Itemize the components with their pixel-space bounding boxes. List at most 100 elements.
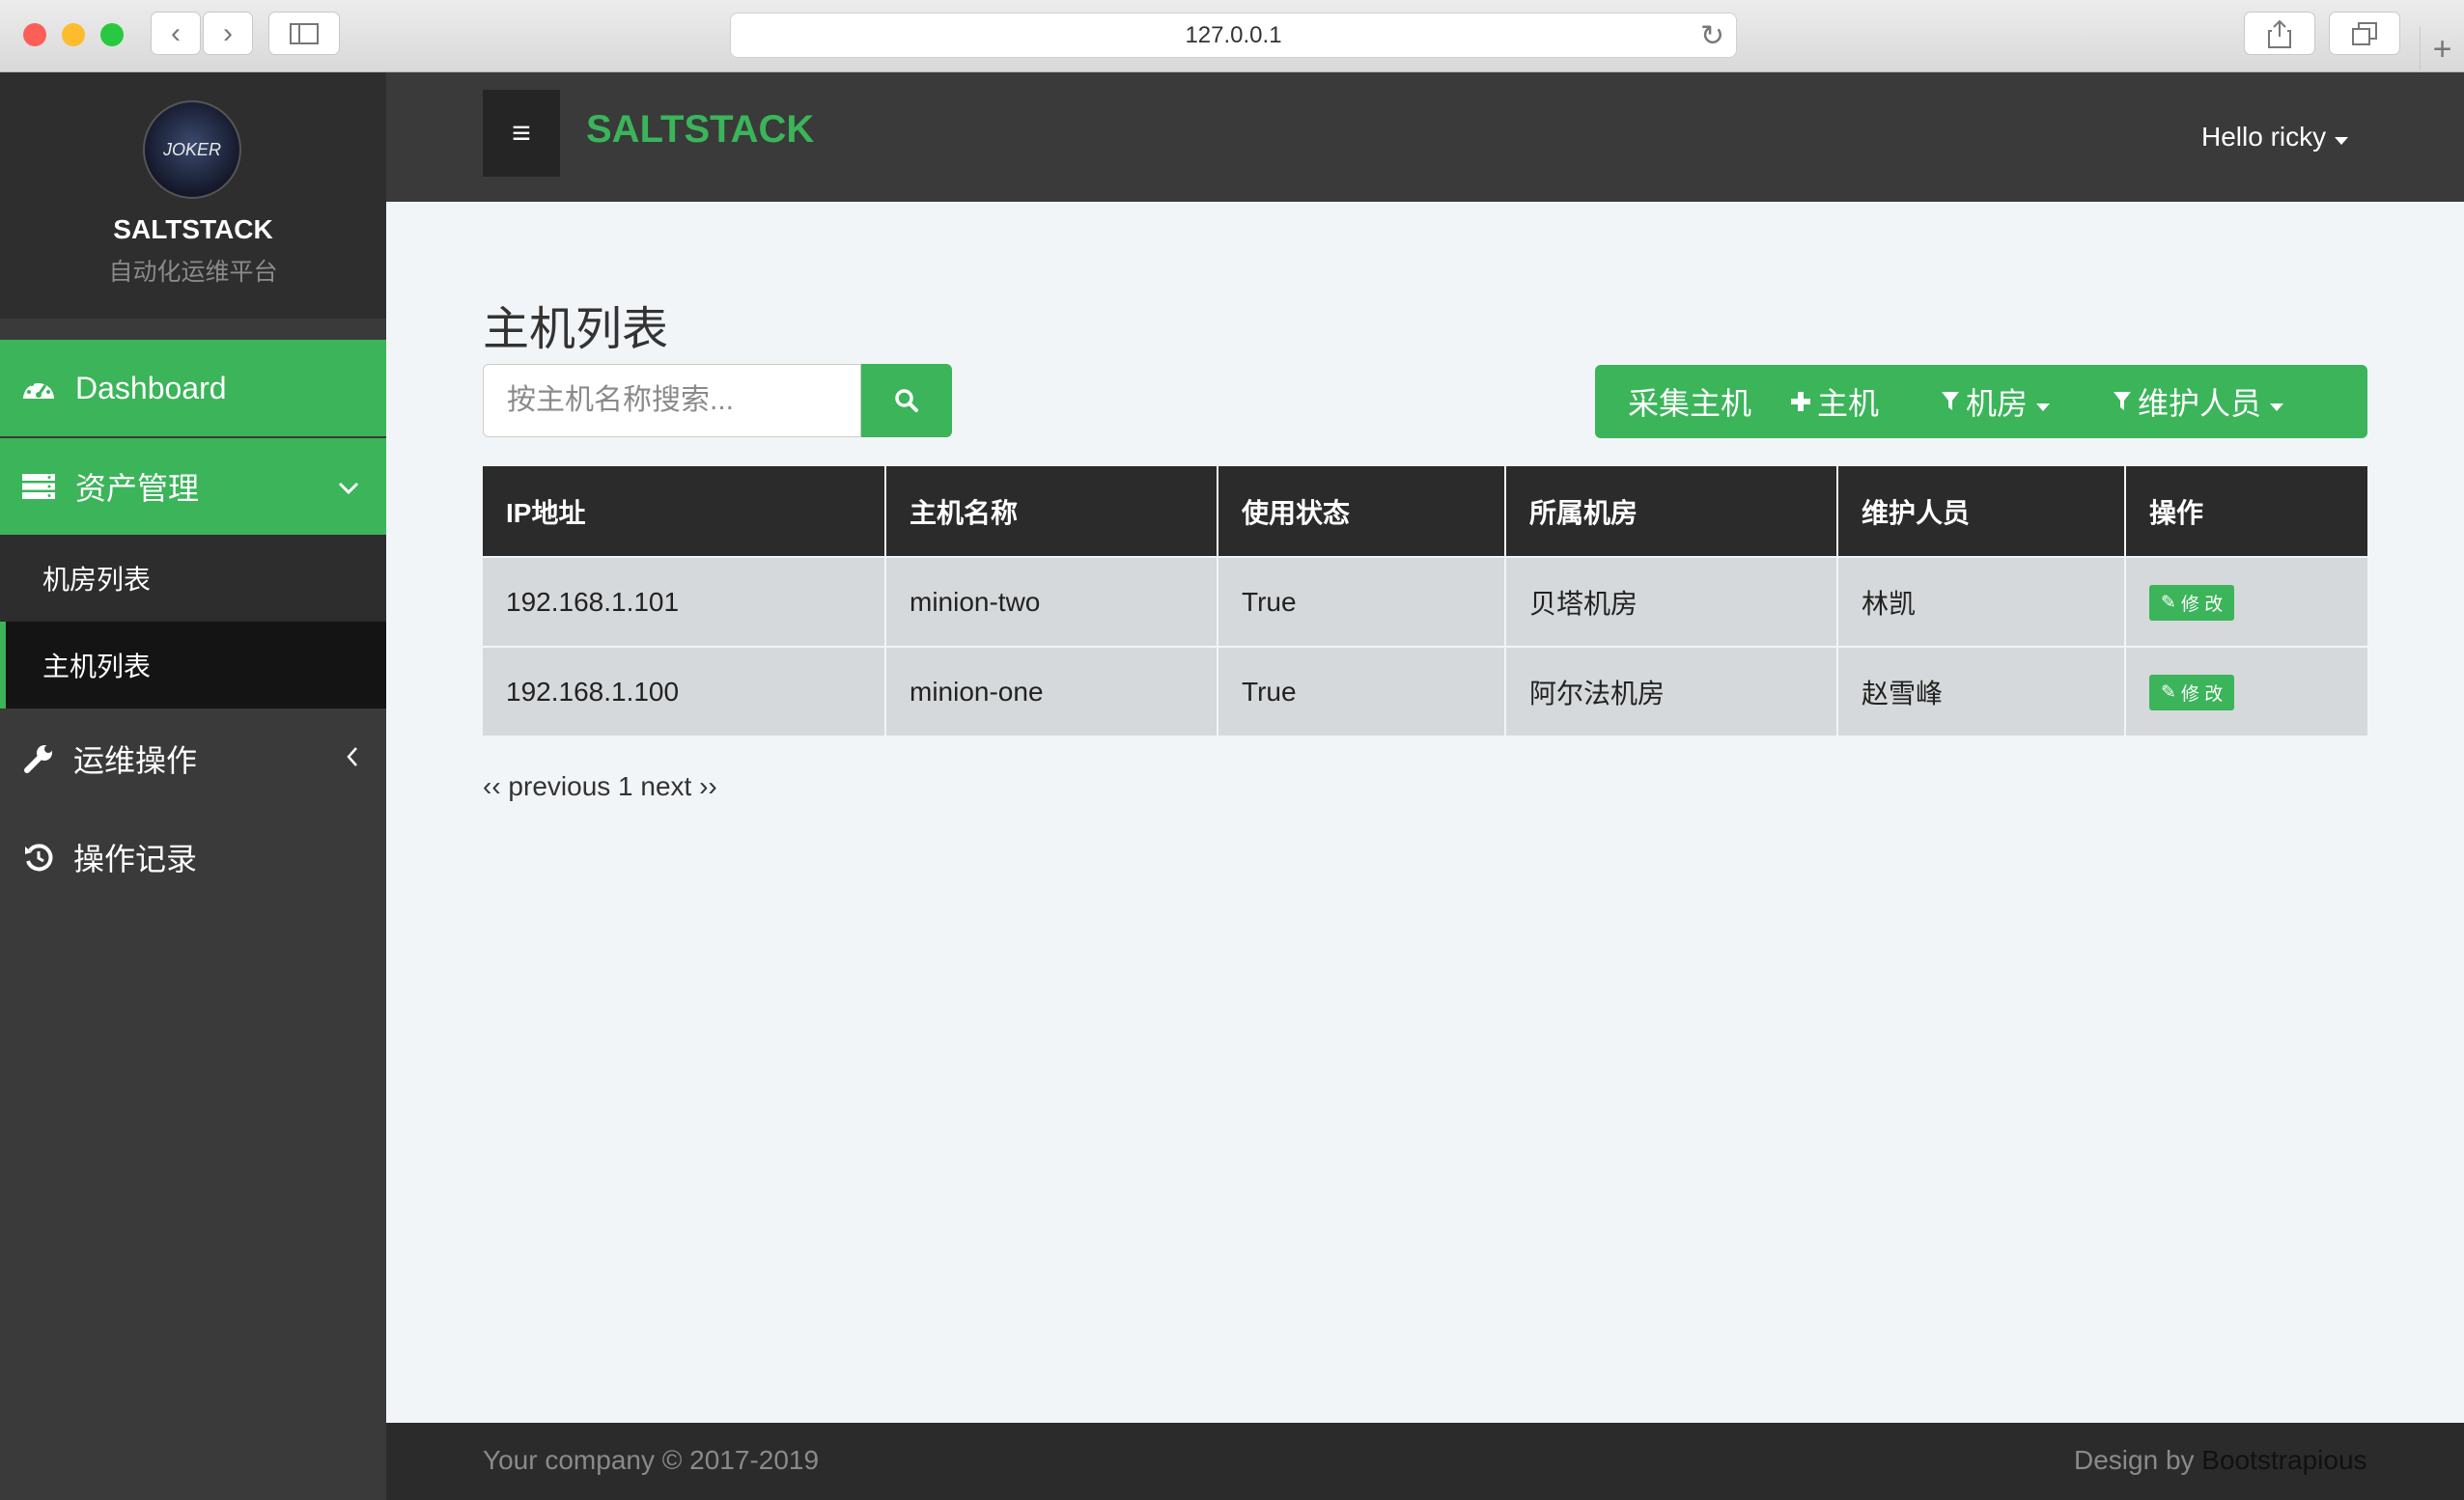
new-tab-button[interactable]: + xyxy=(2420,26,2464,72)
brand-subtitle: 自动化运维平台 xyxy=(108,259,278,286)
brand-title: SALTSTACK xyxy=(113,214,273,244)
cell-ip: 192.168.1.101 xyxy=(483,556,886,647)
footer-copyright: Your company © 2017-2019 xyxy=(483,1445,820,1475)
search-input[interactable] xyxy=(484,365,860,436)
close-window-button[interactable] xyxy=(23,23,46,46)
edit-button[interactable]: ✎ 修 改 xyxy=(2149,674,2235,710)
url-text: 127.0.0.1 xyxy=(1185,21,1282,48)
cell-maintainer: 林凯 xyxy=(1837,556,2126,647)
edit-icon: ✎ xyxy=(2161,681,2176,703)
column-header-ip: IP地址 xyxy=(483,466,886,557)
sidebar-subitem-rooms[interactable]: 机房列表 xyxy=(0,535,386,622)
sidebar-item-label: 运维操作 xyxy=(73,743,198,778)
minimize-window-button[interactable] xyxy=(62,23,85,46)
caret-down-icon xyxy=(2334,122,2349,152)
chevron-right-icon: › xyxy=(223,16,233,49)
search-field[interactable] xyxy=(483,364,861,437)
cell-status: True xyxy=(1218,646,1506,736)
cell-hostname: minion-two xyxy=(885,556,1218,647)
edit-icon: ✎ xyxy=(2161,592,2176,613)
server-icon xyxy=(19,473,58,500)
table-header-row: IP地址 主机名称 使用状态 所属机房 维护人员 操作 xyxy=(483,466,2367,557)
collect-hosts-button[interactable]: 采集主机 xyxy=(1595,365,1790,438)
address-bar[interactable]: 127.0.0.1 ↻ xyxy=(730,13,1737,58)
search-icon xyxy=(895,389,918,412)
reload-icon[interactable]: ↻ xyxy=(1700,19,1724,53)
sidebar-icon xyxy=(290,22,319,44)
chevron-left-icon: ‹ xyxy=(171,16,181,49)
edit-label: 修 改 xyxy=(2180,594,2224,615)
avatar-text: JOKER xyxy=(162,139,221,159)
dashboard-icon xyxy=(19,374,58,403)
back-button[interactable]: ‹ xyxy=(151,12,201,55)
plus-icon: + xyxy=(2432,30,2452,68)
sidebar-item-label: Dashboard xyxy=(75,370,227,405)
caret-down-icon xyxy=(2269,384,2284,420)
sidebar-item-label: 操作记录 xyxy=(73,842,198,876)
cell-ip: 192.168.1.100 xyxy=(483,646,886,736)
history-icon xyxy=(19,842,58,873)
filter-icon xyxy=(1941,384,1960,420)
sidebar-item-dashboard[interactable]: Dashboard xyxy=(0,340,386,436)
add-host-label: 主机 xyxy=(1817,386,1880,421)
page-title: 主机列表 xyxy=(483,304,669,355)
sidebar-toggle-button[interactable] xyxy=(268,12,340,55)
edit-button[interactable]: ✎ 修 改 xyxy=(2149,584,2235,621)
tabs-icon xyxy=(2352,21,2377,45)
menu-toggle-button[interactable]: ≡ xyxy=(483,90,560,177)
add-host-button[interactable]: 主机 xyxy=(1790,365,1941,438)
filter-maintainer-label: 维护人员 xyxy=(2138,386,2262,421)
current-page: 1 xyxy=(618,771,633,801)
column-header-room: 所属机房 xyxy=(1505,466,1838,557)
app-title[interactable]: SALTSTACK xyxy=(586,108,814,152)
column-header-maintainer: 维护人员 xyxy=(1837,466,2126,557)
cell-room: 贝塔机房 xyxy=(1505,556,1838,647)
pagination: ‹‹ previous 1 next ›› xyxy=(483,771,717,802)
plus-icon xyxy=(1790,384,1811,420)
table-row: 192.168.1.101 minion-two True 贝塔机房 林凯 ✎ … xyxy=(483,556,2367,647)
footer-credit: Design by Bootstrapious xyxy=(2074,1445,2367,1476)
filter-maintainer-dropdown[interactable]: 维护人员 xyxy=(2113,365,2284,438)
collect-hosts-label: 采集主机 xyxy=(1628,386,1752,421)
column-header-status: 使用状态 xyxy=(1218,466,1506,557)
previous-page-link[interactable]: ‹‹ previous xyxy=(483,771,610,801)
table-row: 192.168.1.100 minion-one True 阿尔法机房 赵雪峰 … xyxy=(483,646,2367,736)
search-button[interactable] xyxy=(861,364,952,437)
zoom-window-button[interactable] xyxy=(100,23,124,46)
sidebar-item-label: 机房列表 xyxy=(42,565,152,595)
column-header-hostname: 主机名称 xyxy=(885,466,1218,557)
chevron-down-icon xyxy=(338,470,359,503)
user-greeting: Hello ricky xyxy=(2201,122,2327,152)
filter-icon xyxy=(2113,384,2132,420)
sidebar-subitem-hosts[interactable]: 主机列表 xyxy=(0,622,386,708)
forward-button[interactable]: › xyxy=(203,12,253,55)
cell-status: True xyxy=(1218,556,1506,647)
edit-label: 修 改 xyxy=(2180,683,2224,705)
sidebar-item-label: 资产管理 xyxy=(75,471,200,506)
filter-room-label: 机房 xyxy=(1966,386,2029,421)
hamburger-icon: ≡ xyxy=(512,114,531,152)
bootstrapious-link[interactable]: Bootstrapious xyxy=(2201,1445,2366,1475)
share-button[interactable] xyxy=(2244,12,2315,55)
sidebar-item-operations[interactable]: 运维操作 xyxy=(0,710,386,807)
action-button-group: 采集主机 主机 机房 维护人员 xyxy=(1595,365,2367,438)
wrench-icon xyxy=(19,743,58,774)
host-table: IP地址 主机名称 使用状态 所属机房 维护人员 操作 192.168.1.10… xyxy=(483,466,2367,736)
cell-hostname: minion-one xyxy=(885,646,1218,736)
sidebar-item-history[interactable]: 操作记录 xyxy=(0,809,386,905)
chevron-left-icon xyxy=(346,742,359,775)
sidebar-item-label: 主机列表 xyxy=(42,652,152,681)
user-menu[interactable]: Hello ricky xyxy=(2201,122,2349,153)
filter-room-dropdown[interactable]: 机房 xyxy=(1941,365,2113,438)
avatar: JOKER xyxy=(143,100,241,199)
sidebar-item-assets[interactable]: 资产管理 xyxy=(0,438,386,535)
caret-down-icon xyxy=(2035,384,2051,420)
cell-actions: ✎ 修 改 xyxy=(2125,556,2367,647)
cell-maintainer: 赵雪峰 xyxy=(1837,646,2126,736)
column-header-actions: 操作 xyxy=(2125,466,2367,557)
share-icon xyxy=(2268,19,2291,48)
tabs-button[interactable] xyxy=(2329,12,2400,55)
design-by-text: Design by xyxy=(2074,1445,2195,1475)
cell-actions: ✎ 修 改 xyxy=(2125,646,2367,736)
next-page-link[interactable]: next ›› xyxy=(640,771,716,801)
